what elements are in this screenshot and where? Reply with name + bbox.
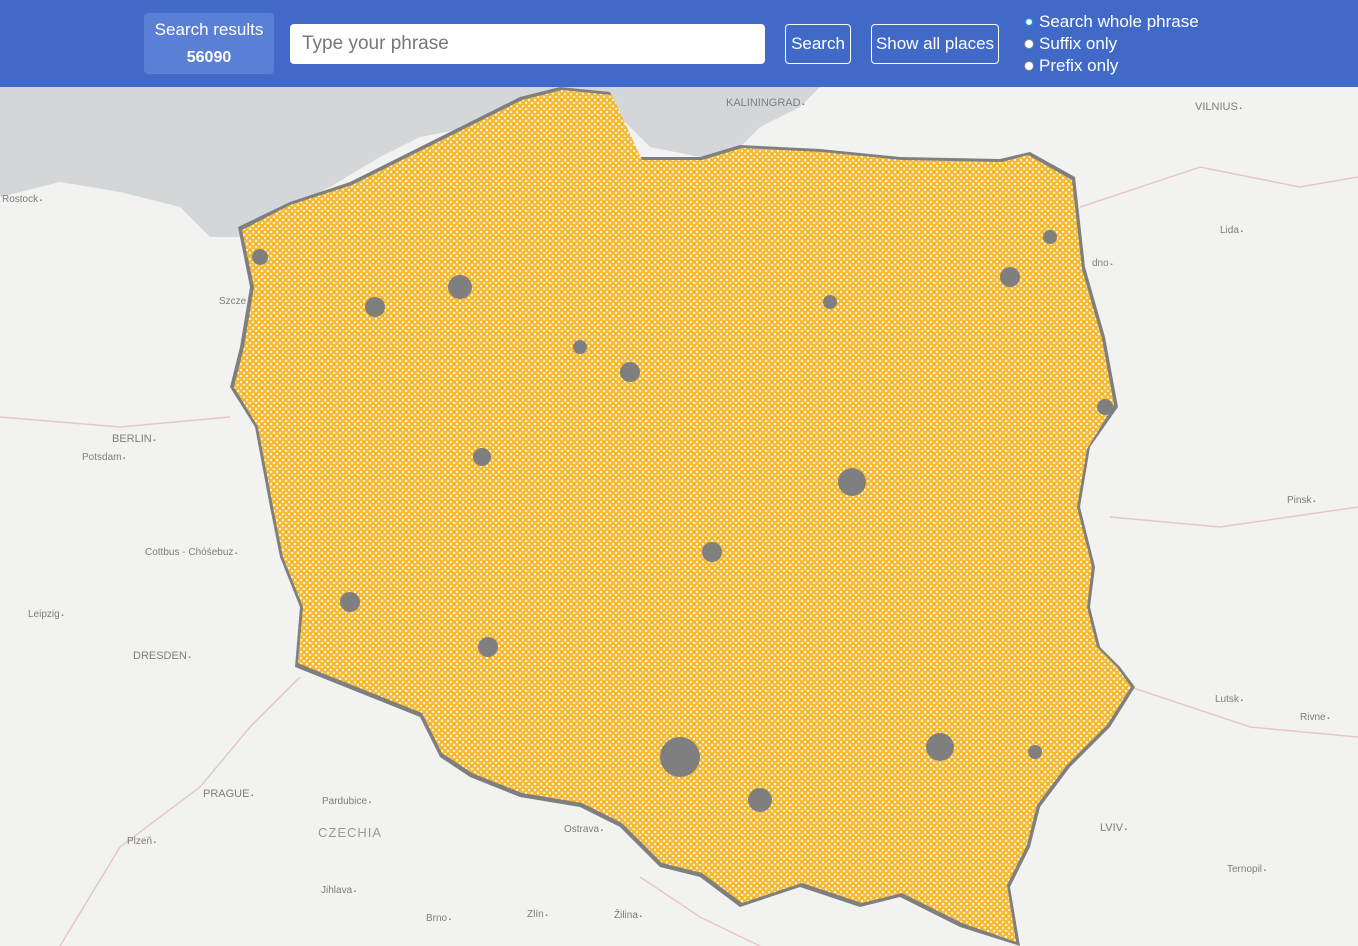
map-label-zilina: Žilina (614, 910, 642, 921)
map-canvas[interactable]: KALININGRAD VILNIUS Rostock Lida dno Szc… (0, 87, 1358, 946)
map-label-leipzig: Leipzig (28, 609, 64, 620)
radio-label: Suffix only (1039, 34, 1118, 53)
border-line (0, 416, 231, 428)
map-label-rostock: Rostock (2, 194, 42, 205)
search-button[interactable]: Search (785, 24, 851, 64)
map-label-szczecin: Szcze (219, 296, 250, 307)
map-label-czechia: CZECHIA (318, 825, 383, 840)
map-label-lviv: LVIV (1100, 822, 1127, 834)
map-label-jihlava: Jihlava (321, 885, 356, 896)
top-toolbar: Search results 56090 Search Show all pla… (0, 0, 1358, 87)
search-results-panel: Search results 56090 (144, 13, 274, 74)
gap-area (340, 592, 360, 612)
gap-area (473, 448, 491, 466)
map-label-prague: PRAGUE (203, 788, 253, 800)
map-label-pinsk: Pinsk (1287, 495, 1315, 506)
search-results-count: 56090 (186, 49, 232, 66)
gap-area (926, 733, 954, 761)
radio-whole-phrase[interactable]: Search whole phrase (1024, 11, 1199, 33)
map-label-ostrava: Ostrava (564, 824, 603, 835)
map-label-berlin: BERLIN (112, 433, 156, 445)
gap-area (1097, 399, 1113, 415)
gap-area (448, 275, 472, 299)
place-markers (234, 90, 1131, 942)
gap-area (823, 295, 837, 309)
radio-suffix-only[interactable]: Suffix only (1024, 33, 1199, 55)
radio-label: Search whole phrase (1039, 12, 1199, 31)
radio-prefix-only[interactable]: Prefix only (1024, 55, 1199, 77)
gap-area (620, 362, 640, 382)
gap-area (1043, 230, 1057, 244)
map-label-zlin: Zlín (527, 909, 547, 920)
gap-area (748, 788, 772, 812)
map-label-rivne: Rivne (1300, 712, 1329, 723)
gap-area (1000, 267, 1020, 287)
gap-area (365, 297, 385, 317)
border-line (1079, 166, 1358, 208)
radio-button-icon[interactable] (1024, 17, 1034, 27)
border-line (1109, 506, 1358, 528)
radio-button-icon[interactable] (1024, 39, 1034, 49)
map-label-pardubice: Pardubice (322, 796, 371, 807)
map-layer (0, 87, 1358, 946)
search-input[interactable] (290, 24, 765, 64)
search-results-label: Search results (154, 20, 264, 39)
map-label-brno: Brno (426, 913, 451, 924)
border-line (59, 676, 301, 946)
gap-area (478, 637, 498, 657)
gap-area (838, 468, 866, 496)
gap-area (702, 542, 722, 562)
show-all-places-button[interactable]: Show all places (871, 24, 999, 64)
map-label-dresden: DRESDEN (133, 650, 191, 662)
map-label-vilnius: VILNIUS (1195, 101, 1242, 113)
map-label-lutsk: Lutsk (1215, 694, 1243, 705)
map-label-cottbus: Cottbus - Chóśebuz (145, 547, 237, 558)
map-label-lida: Lida (1220, 225, 1243, 236)
map-label-kaliningrad: KALININGRAD (726, 97, 804, 109)
map-label-ternopil: Ternopil (1227, 864, 1266, 875)
map-label-grodno: dno (1092, 258, 1112, 269)
gap-area (573, 340, 587, 354)
gap-area (252, 249, 268, 265)
map-label-potsdam: Potsdam (82, 452, 125, 463)
gap-area (1028, 745, 1042, 759)
map-label-plzen: Plzeň (127, 836, 156, 847)
radio-button-icon[interactable] (1024, 61, 1034, 71)
search-mode-group: Search whole phrase Suffix only Prefix o… (1024, 11, 1199, 77)
radio-label: Prefix only (1039, 56, 1119, 75)
gap-area (660, 737, 700, 777)
